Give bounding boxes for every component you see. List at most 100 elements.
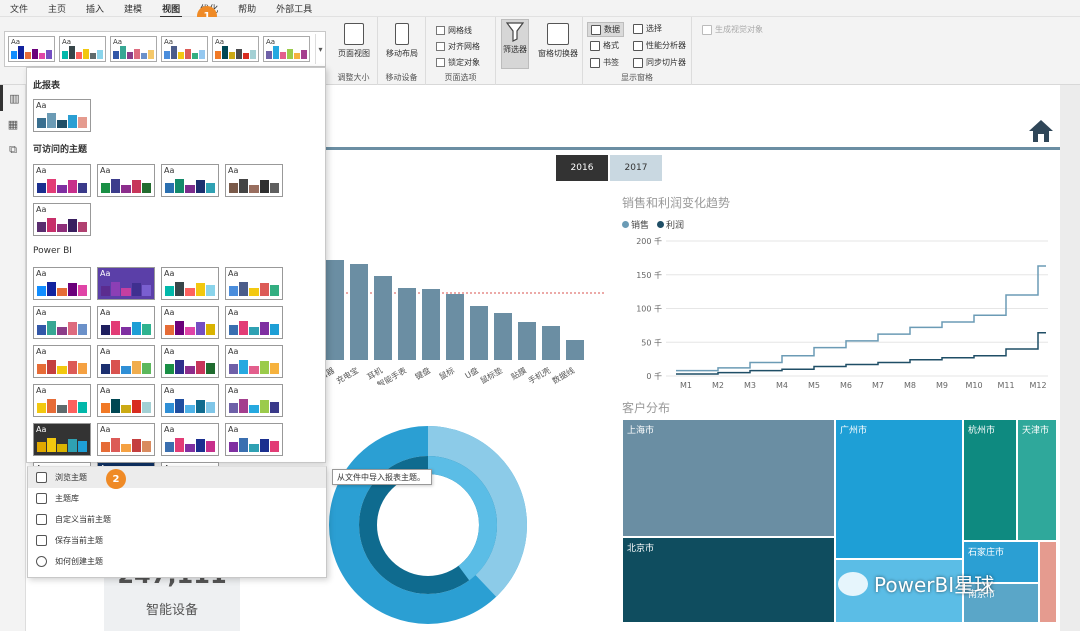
theme-option[interactable]: Aa xyxy=(33,267,91,300)
data-icon xyxy=(591,24,601,35)
report-view-icon[interactable]: ▥ xyxy=(0,85,26,111)
theme-option[interactable]: Aa xyxy=(33,423,91,456)
x-tick-label: M7 xyxy=(872,381,884,390)
theme-option[interactable]: Aa xyxy=(97,345,155,378)
save-theme-item[interactable]: 保存当前主题 xyxy=(28,530,326,551)
treemap-cell[interactable]: 广州市 xyxy=(835,419,963,559)
theme-option[interactable]: Aa xyxy=(33,384,91,417)
theme-option[interactable]: Aa xyxy=(225,164,283,197)
selection-pane-button[interactable]: 选择 xyxy=(633,23,662,34)
treemap-cell[interactable]: 杭州市 xyxy=(963,419,1017,541)
sales-profit-line-chart: 0 千 50 千 100 千 150 千 200 千 M1 M2 M3 M4 M5 M6 M7 M8 M9… xyxy=(636,236,1048,390)
theme-gallery-item[interactable]: 主题库 xyxy=(28,488,326,509)
y-tick-label: 200 千 xyxy=(636,236,662,246)
theme-thumb[interactable]: Aa xyxy=(110,36,157,62)
menu-home[interactable]: 主页 xyxy=(38,2,76,15)
pane-switcher-button[interactable]: 窗格切换器 xyxy=(533,23,583,59)
year-slicer-2017[interactable]: 2017 xyxy=(610,155,662,181)
theme-thumb[interactable]: Aa xyxy=(161,36,208,62)
selection-icon xyxy=(633,23,643,34)
snap-grid-checkbox[interactable]: 对齐网格 xyxy=(436,41,480,52)
theme-option[interactable]: Aa xyxy=(97,164,155,197)
bar xyxy=(350,264,368,360)
theme-option[interactable]: Aa xyxy=(97,306,155,339)
brush-icon xyxy=(590,40,600,51)
filter-pane-button[interactable]: 筛选器 xyxy=(501,19,529,69)
section-this-report: 此报表 xyxy=(33,81,61,91)
theme-option[interactable]: Aa xyxy=(225,306,283,339)
x-tick-label: M6 xyxy=(840,381,852,390)
theme-option[interactable]: Aa xyxy=(33,164,91,197)
theme-option[interactable]: Aa xyxy=(33,203,91,236)
theme-option[interactable]: Aa xyxy=(161,345,219,378)
y-tick-label: 0 千 xyxy=(646,371,662,381)
theme-option[interactable]: Aa xyxy=(161,423,219,456)
bar xyxy=(326,260,344,360)
y-tick-label: 100 千 xyxy=(636,304,662,314)
format-pane-button[interactable]: 格式 xyxy=(590,40,619,51)
theme-option[interactable]: Aa xyxy=(33,99,91,132)
theme-option[interactable]: Aa xyxy=(225,267,283,300)
menu-file[interactable]: 文件 xyxy=(0,2,38,15)
menu-external-tools[interactable]: 外部工具 xyxy=(266,2,322,15)
bar xyxy=(566,340,584,360)
save-icon xyxy=(36,535,47,546)
ribbon-group-mobile: 移动布局 移动设备 xyxy=(378,17,426,85)
theme-option[interactable]: Aa xyxy=(33,345,91,378)
page-view-button[interactable]: 页面视图 xyxy=(332,23,376,59)
pencil-icon xyxy=(36,514,47,525)
theme-option[interactable]: Aa xyxy=(97,267,155,300)
bar xyxy=(542,326,560,360)
sync-slicers-button[interactable]: 同步切片器 xyxy=(633,57,686,68)
mobile-icon xyxy=(395,23,409,45)
theme-option[interactable]: Aa xyxy=(161,267,219,300)
theme-option[interactable]: Aa xyxy=(161,306,219,339)
this-report-themes: Aa xyxy=(33,99,283,132)
model-view-icon[interactable]: ⧉ xyxy=(0,137,26,163)
treemap-cell[interactable]: 上海市 xyxy=(622,419,835,537)
how-to-create-theme-item[interactable]: 如何创建主题 xyxy=(28,551,326,572)
theme-option[interactable]: Aa xyxy=(161,164,219,197)
theme-thumb[interactable]: Aa xyxy=(8,36,55,62)
menu-insert[interactable]: 插入 xyxy=(76,2,114,15)
performance-icon xyxy=(633,40,643,51)
gallery-expand-button[interactable]: ▾ xyxy=(315,34,325,64)
theme-option[interactable]: Aa xyxy=(97,384,155,417)
theme-thumb[interactable]: Aa xyxy=(212,36,259,62)
x-tick-label: M11 xyxy=(997,381,1014,390)
theme-option[interactable]: Aa xyxy=(97,423,155,456)
theme-thumb[interactable]: Aa xyxy=(263,36,310,62)
treemap-cell[interactable]: 天津市 xyxy=(1017,419,1057,541)
mobile-layout-button[interactable]: 移动布局 xyxy=(380,23,424,59)
year-slicer-2016[interactable]: 2016 xyxy=(556,155,608,181)
gridlines-checkbox[interactable]: 网格线 xyxy=(436,25,472,36)
menu-view[interactable]: 视图 xyxy=(152,2,190,18)
performance-analyzer-button[interactable]: 性能分析器 xyxy=(633,40,686,51)
lock-objects-checkbox[interactable]: 锁定对象 xyxy=(436,57,480,68)
theme-option[interactable]: Aa xyxy=(161,384,219,417)
bar xyxy=(470,306,488,360)
menu-modeling[interactable]: 建模 xyxy=(114,2,152,15)
data-pane-button[interactable]: 数据 xyxy=(587,22,624,37)
theme-dropdown: 此报表 Aa 可访问的主题 Aa Aa Aa Aa Aa Power BI Aa… xyxy=(26,67,327,578)
generate-visual-button[interactable]: 生成视觉对象 xyxy=(702,24,763,35)
bookmarks-pane-button[interactable]: 书签 xyxy=(590,57,619,68)
page-view-icon xyxy=(344,23,364,45)
theme-option[interactable]: Aa xyxy=(225,345,283,378)
treemap-cell[interactable]: 北京市 xyxy=(622,537,835,623)
legend-profit: 利润 xyxy=(657,218,684,231)
theme-option[interactable]: Aa xyxy=(225,423,283,456)
theme-option[interactable]: Aa xyxy=(33,306,91,339)
bar xyxy=(446,294,464,360)
table-view-icon[interactable]: ▦ xyxy=(0,111,26,137)
accessible-themes: Aa Aa Aa Aa Aa xyxy=(33,164,283,236)
home-icon[interactable] xyxy=(1028,119,1054,143)
customize-theme-item[interactable]: 自定义当前主题 xyxy=(28,509,326,530)
browse-themes-item[interactable]: 浏览主题 xyxy=(28,467,326,488)
menu-help[interactable]: 帮助 xyxy=(228,2,266,15)
theme-option[interactable]: Aa xyxy=(225,384,283,417)
theme-thumb[interactable]: Aa xyxy=(59,36,106,62)
bar-label: 贴膜 xyxy=(509,365,528,382)
treemap-cell-unlabeled[interactable] xyxy=(1039,541,1057,623)
bar xyxy=(398,288,416,360)
